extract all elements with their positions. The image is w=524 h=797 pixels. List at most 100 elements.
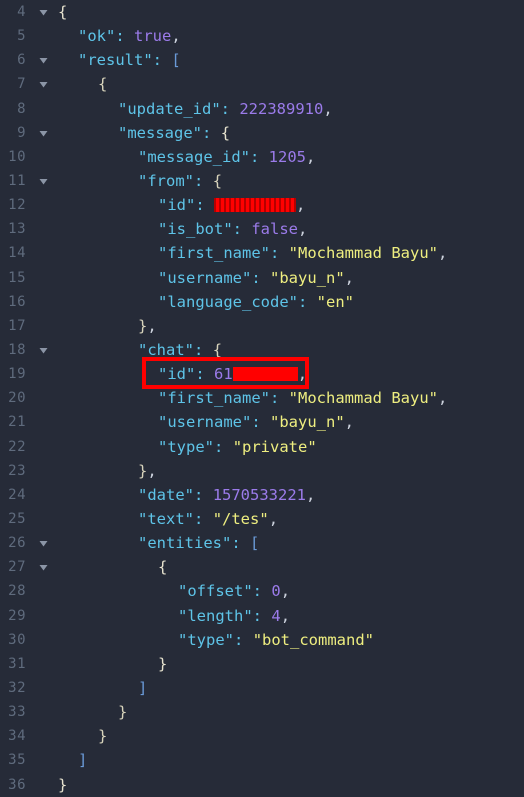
code-line-content: "date": 1570533221, [58, 483, 315, 507]
token-colon: : [252, 606, 262, 625]
code-line[interactable]: 16 "language_code": "en" [0, 290, 524, 314]
token-colon: : [269, 389, 280, 408]
code-line[interactable]: 22 "type": "private" [0, 435, 524, 459]
code-line[interactable]: 32] [0, 676, 524, 700]
token-key: "id" [158, 196, 196, 215]
code-line[interactable]: 34} [0, 724, 524, 748]
line-number: 16 [8, 293, 26, 310]
code-line[interactable]: 25 "text": "/tes", [0, 507, 524, 531]
code-line[interactable]: 36} [0, 773, 524, 797]
code-line-content: } [58, 724, 107, 748]
fold-toggle-icon[interactable] [36, 72, 50, 96]
line-number: 13 [8, 221, 26, 238]
token-punct: , [323, 99, 333, 118]
token-colon: : [195, 196, 205, 215]
code-line[interactable]: 6 "result": [ [0, 48, 524, 72]
code-line-content: ] [58, 748, 87, 772]
code-line-content: "username": "bayu_n", [58, 266, 354, 290]
code-line[interactable]: 13 "is_bot": false, [0, 217, 524, 241]
code-line[interactable]: 4{ [0, 0, 524, 24]
line-number: 26 [8, 535, 26, 552]
token-str: "private" [232, 437, 317, 456]
code-line-content: "type": "bot_command" [58, 628, 374, 652]
token-punct: , [437, 389, 448, 408]
code-line[interactable]: 23}, [0, 459, 524, 483]
token-key: "length" [178, 606, 253, 625]
code-line[interactable]: 19 "id": 61, [0, 362, 524, 386]
code-line[interactable]: 31} [0, 652, 524, 676]
code-line[interactable]: 27 { [0, 555, 524, 579]
token-key: "message" [118, 123, 202, 142]
code-line[interactable]: 7{ [0, 72, 524, 96]
line-number: 28 [8, 583, 26, 600]
fold-toggle-icon[interactable] [36, 48, 50, 72]
token-colon: : [194, 340, 204, 359]
token-str: "bot_command" [252, 630, 375, 649]
token-punct: , [297, 365, 308, 384]
code-line-content: "first_name": "Mochammad Bayu", [58, 241, 447, 265]
code-line[interactable]: 17}, [0, 314, 524, 338]
code-line[interactable]: 33} [0, 700, 524, 724]
code-line[interactable]: 35] [0, 748, 524, 772]
code-line[interactable]: 24 "date": 1570533221, [0, 483, 524, 507]
token-colon: : [194, 485, 204, 504]
code-line[interactable]: 8 "update_id": 222389910, [0, 97, 524, 121]
code-line[interactable]: 14 "first_name": "Mochammad Bayu", [0, 241, 524, 265]
code-line[interactable]: 12 "id": , [0, 193, 524, 217]
token-punct: , [298, 220, 308, 239]
line-number: 22 [8, 438, 26, 455]
code-line-content: "ok": true, [58, 24, 181, 48]
token-str: "en" [316, 292, 354, 311]
line-number: 7 [17, 76, 26, 93]
line-number: 23 [8, 462, 26, 479]
fold-toggle-icon[interactable] [36, 338, 50, 362]
code-line[interactable]: 18 "chat": { [0, 338, 524, 362]
token-key: "first_name" [158, 244, 270, 263]
fold-toggle-icon[interactable] [36, 555, 50, 579]
line-number: 4 [17, 4, 26, 20]
line-number: 18 [8, 341, 26, 358]
code-line[interactable]: 26 "entities": [ [0, 531, 524, 555]
token-colon: : [251, 413, 261, 432]
token-key: "date" [138, 485, 194, 504]
code-line[interactable]: 5 "ok": true, [0, 24, 524, 48]
code-line-content: "type": "private" [58, 435, 317, 459]
code-line[interactable]: 20 "first_name": "Mochammad Bayu", [0, 386, 524, 410]
token-key: "offset" [178, 582, 253, 601]
code-line-content: "chat": { [58, 338, 222, 362]
line-number: 29 [8, 607, 26, 624]
code-line[interactable]: 15 "username": "bayu_n", [0, 266, 524, 290]
code-line[interactable]: 29 "length": 4, [0, 604, 524, 628]
token-num: 61 [214, 365, 233, 384]
json-response-viewer[interactable]: 4{5 "ok": true, 6 "result": [7{8 "update_id"… [0, 0, 524, 797]
line-number: 6 [17, 52, 26, 69]
fold-toggle-icon[interactable] [36, 169, 50, 193]
code-line[interactable]: 11 "from": { [0, 169, 524, 193]
code-line[interactable]: 28 "offset": 0, [0, 579, 524, 603]
token-colon: : [234, 630, 244, 649]
fold-toggle-icon[interactable] [36, 531, 50, 555]
token-colon: : [214, 437, 224, 456]
code-line[interactable]: 30 "type": "bot_command" [0, 628, 524, 652]
code-line-content: "id": 61, [58, 362, 307, 386]
code-line[interactable]: 9 "message": { [0, 121, 524, 145]
fold-toggle-icon[interactable] [36, 121, 50, 145]
line-number: 19 [8, 366, 26, 383]
line-number: 32 [8, 679, 26, 696]
code-line[interactable]: 21 "username": "bayu_n", [0, 410, 524, 434]
token-key: "chat" [138, 340, 194, 359]
token-key: "language_code" [158, 292, 298, 311]
line-number: 11 [8, 172, 26, 189]
code-line-content: "text": "/tes", [58, 507, 278, 531]
token-colon: : [152, 51, 162, 70]
code-line[interactable]: 10 "message_id": 1205, [0, 145, 524, 169]
token-colon: : [194, 171, 204, 190]
fold-toggle-icon[interactable] [36, 0, 50, 24]
token-num: 0 [271, 582, 281, 601]
